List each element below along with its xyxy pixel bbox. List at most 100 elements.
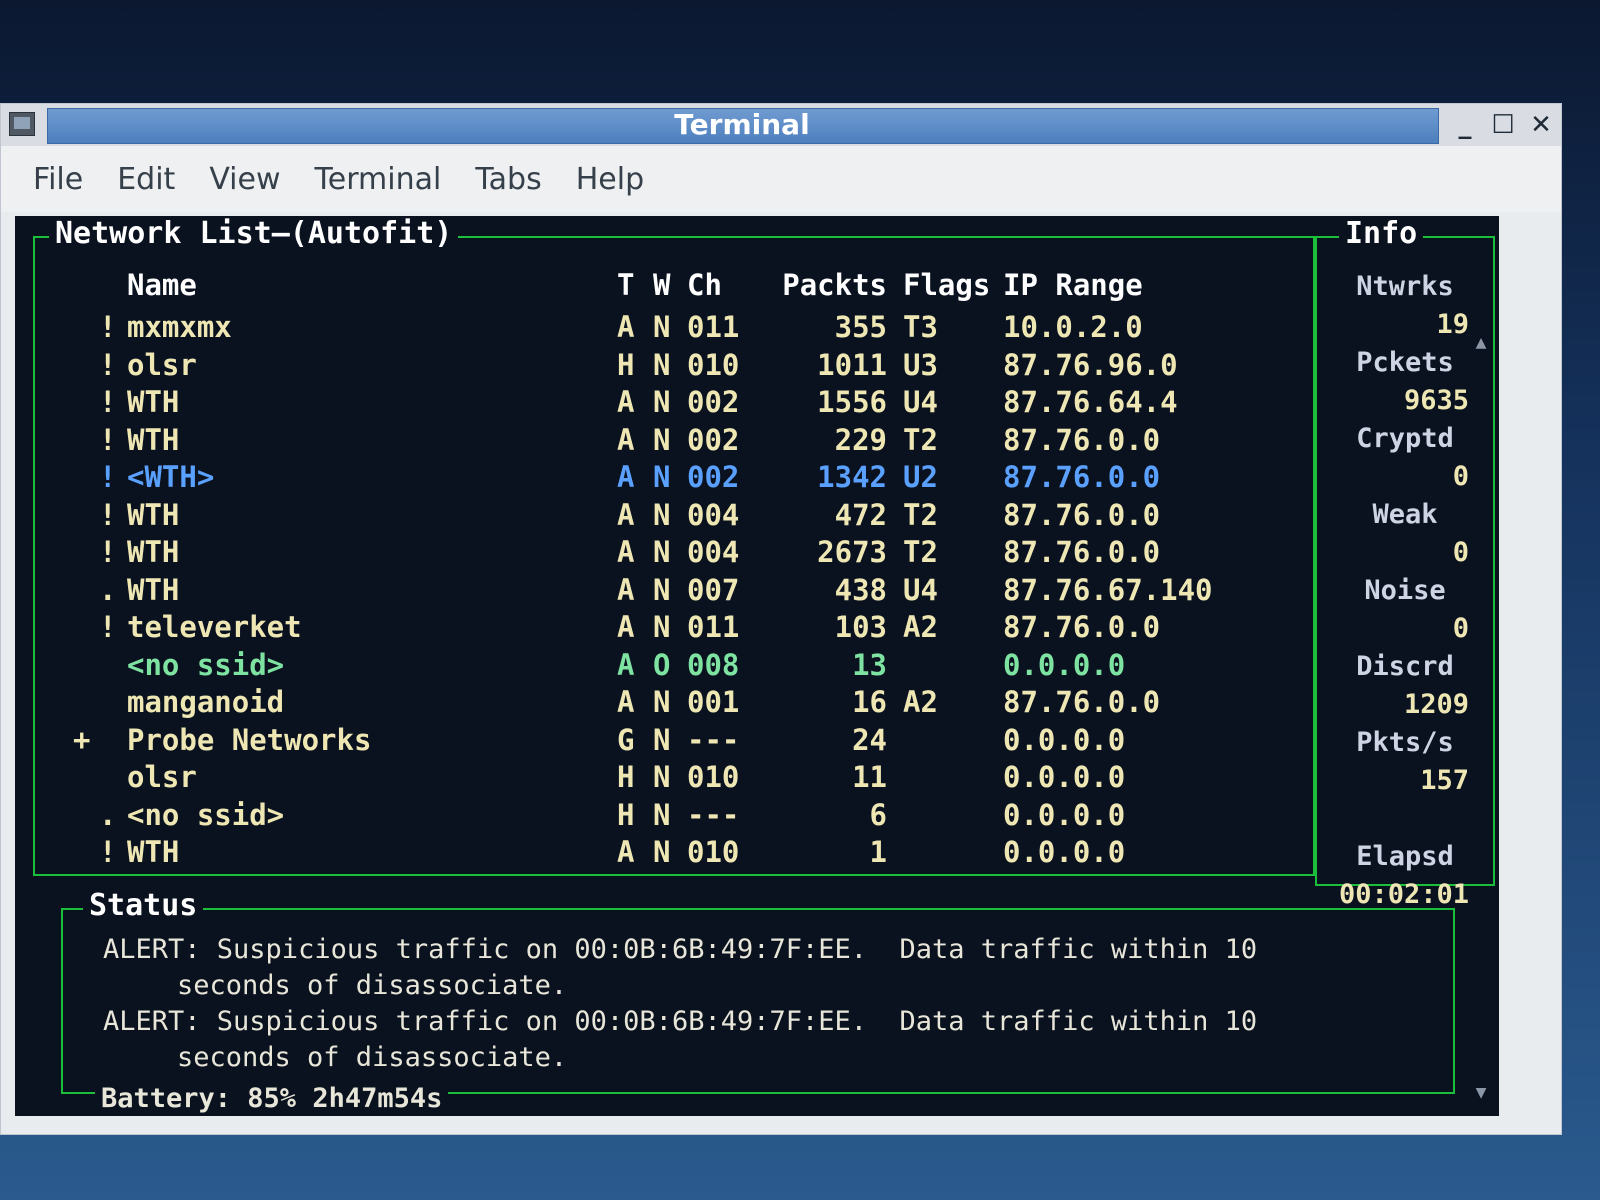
row-mark: . — [99, 797, 117, 832]
minimize-icon[interactable]: _ — [1451, 111, 1479, 139]
network-row[interactable]: ! mxmxmx A N 011 355 T3 10.0.2.0 — [35, 310, 1313, 344]
menu-edit[interactable]: Edit — [117, 162, 175, 197]
row-mark: . — [99, 572, 117, 607]
row-channel: --- — [687, 797, 740, 832]
terminal-area[interactable]: Network List—(Autofit) Name T W Ch Packt… — [15, 216, 1499, 1116]
row-packets: 1556 — [817, 385, 887, 419]
row-packets: 1 — [869, 835, 887, 869]
row-type: A — [617, 385, 635, 419]
header-name: Name — [127, 268, 197, 302]
network-row[interactable]: olsr H N 010 11 0.0.0.0 — [35, 760, 1313, 794]
status-lines: ALERT: Suspicious traffic on 00:0B:6B:49… — [103, 932, 1423, 1076]
row-type: A — [617, 535, 635, 569]
row-wep: N — [653, 347, 671, 382]
network-row[interactable]: ! WTH A N 004 2673 T2 87.76.0.0 — [35, 535, 1313, 569]
row-wep: N — [653, 460, 671, 494]
scroll-up-icon[interactable]: ▲ — [1469, 332, 1493, 353]
header-flags: Flags — [903, 268, 991, 302]
row-packets: 16 — [852, 685, 887, 719]
network-list-panel: Network List—(Autofit) Name T W Ch Packt… — [33, 216, 1315, 876]
row-type: H — [617, 797, 635, 832]
network-row[interactable]: ! WTH A N 002 229 T2 87.76.0.0 — [35, 423, 1313, 457]
info-value: 0 — [1452, 537, 1469, 568]
network-row[interactable]: ! televerket A N 011 103 A2 87.76.0.0 — [35, 610, 1313, 644]
network-row[interactable]: . <no ssid> H N --- 6 0.0.0.0 — [35, 798, 1313, 832]
info-value: 0 — [1452, 461, 1469, 492]
close-icon[interactable]: ✕ — [1527, 111, 1555, 139]
row-channel: 007 — [687, 572, 740, 607]
row-name: televerket — [127, 610, 302, 644]
info-list: Ntwrks 19 Pckets 9635 Cryptd 0 Weak 0 Noise 0 Disc… — [1317, 268, 1493, 914]
info-label: Ntwrks — [1356, 271, 1454, 302]
row-mark: ! — [99, 610, 117, 644]
network-row[interactable]: ! WTH A N 004 472 T2 87.76.0.0 — [35, 498, 1313, 532]
menu-tabs[interactable]: Tabs — [475, 162, 541, 197]
row-type: A — [617, 835, 635, 869]
network-row[interactable]: . WTH A N 007 438 U4 87.76.67.140 — [35, 573, 1313, 607]
row-ip-range: 0.0.0.0 — [1003, 835, 1126, 869]
header-ip-range: IP Range — [1003, 268, 1143, 302]
row-packets: 472 — [834, 497, 887, 532]
row-flags: U3 — [903, 347, 938, 382]
menu-terminal[interactable]: Terminal — [315, 162, 442, 197]
row-name: WTH — [127, 497, 180, 532]
network-list-header: Name T W Ch Packts Flags IP Range — [35, 268, 1313, 302]
row-channel: 002 — [687, 385, 740, 419]
row-ip-range: 87.76.0.0 — [1003, 685, 1161, 719]
network-row[interactable]: + Probe Networks G N --- 24 0.0.0.0 — [35, 723, 1313, 757]
row-name: <no ssid> — [127, 647, 285, 682]
info-value: 157 — [1420, 765, 1469, 796]
menu-file[interactable]: File — [33, 162, 83, 197]
row-ip-range: 87.76.0.0 — [1003, 610, 1161, 644]
row-mark: ! — [99, 460, 117, 494]
network-row[interactable]: ! WTH A N 002 1556 U4 87.76.64.4 — [35, 385, 1313, 419]
row-packets: 355 — [834, 310, 887, 344]
network-row[interactable]: <no ssid> A O 008 13 0.0.0.0 — [35, 648, 1313, 682]
menu-help[interactable]: Help — [576, 162, 644, 197]
network-row[interactable]: manganoid A N 001 16 A2 87.76.0.0 — [35, 685, 1313, 719]
elapsed-label: Elapsd — [1356, 841, 1454, 872]
row-wep: N — [653, 310, 671, 344]
status-line: ALERT: Suspicious traffic on 00:0B:6B:49… — [103, 934, 1258, 965]
status-line: seconds of disassociate. — [177, 1042, 568, 1073]
info-value: 9635 — [1403, 385, 1469, 416]
row-name: Probe Networks — [127, 722, 372, 757]
window-title: Terminal — [674, 108, 810, 141]
row-channel: 008 — [687, 647, 740, 682]
row-flags: T2 — [903, 497, 938, 532]
scroll-down-icon[interactable]: ▼ — [1469, 1082, 1493, 1103]
info-panel: Info Ntwrks 19 Pckets 9635 Cryptd 0 Weak 0 Noise… — [1315, 216, 1495, 910]
row-packets: 1342 — [817, 460, 887, 494]
network-row[interactable]: ! WTH A N 010 1 0.0.0.0 — [35, 835, 1313, 869]
titlebar[interactable]: Terminal _ ☐ ✕ — [1, 104, 1561, 146]
row-wep: N — [653, 685, 671, 719]
row-packets: 11 — [852, 760, 887, 794]
row-channel: 010 — [687, 347, 740, 382]
info-value: 19 — [1436, 309, 1469, 340]
network-row[interactable]: ! <WTH> A N 002 1342 U2 87.76.0.0 — [35, 460, 1313, 494]
row-channel: 010 — [687, 760, 740, 794]
info-label: Discrd — [1356, 651, 1454, 682]
network-row[interactable]: ! olsr H N 010 1011 U3 87.76.96.0 — [35, 348, 1313, 382]
row-name: manganoid — [127, 685, 285, 719]
row-packets: 24 — [852, 722, 887, 757]
row-mark: ! — [99, 385, 117, 419]
row-name: WTH — [127, 385, 180, 419]
row-wep: N — [653, 497, 671, 532]
info-label: Pkts/s — [1356, 727, 1454, 758]
row-type: A — [617, 422, 635, 457]
row-ip-range: 0.0.0.0 — [1003, 760, 1126, 794]
row-type: H — [617, 347, 635, 382]
row-name: WTH — [127, 835, 180, 869]
row-name: <no ssid> — [127, 797, 285, 832]
menu-view[interactable]: View — [209, 162, 280, 197]
row-mark: ! — [99, 835, 117, 869]
header-channel: Ch — [687, 268, 722, 302]
info-value: 0 — [1452, 613, 1469, 644]
row-channel: 011 — [687, 610, 740, 644]
row-mark: + — [73, 722, 91, 757]
maximize-icon[interactable]: ☐ — [1489, 111, 1517, 139]
row-ip-range: 0.0.0.0 — [1003, 647, 1126, 682]
header-type: T — [617, 268, 635, 302]
